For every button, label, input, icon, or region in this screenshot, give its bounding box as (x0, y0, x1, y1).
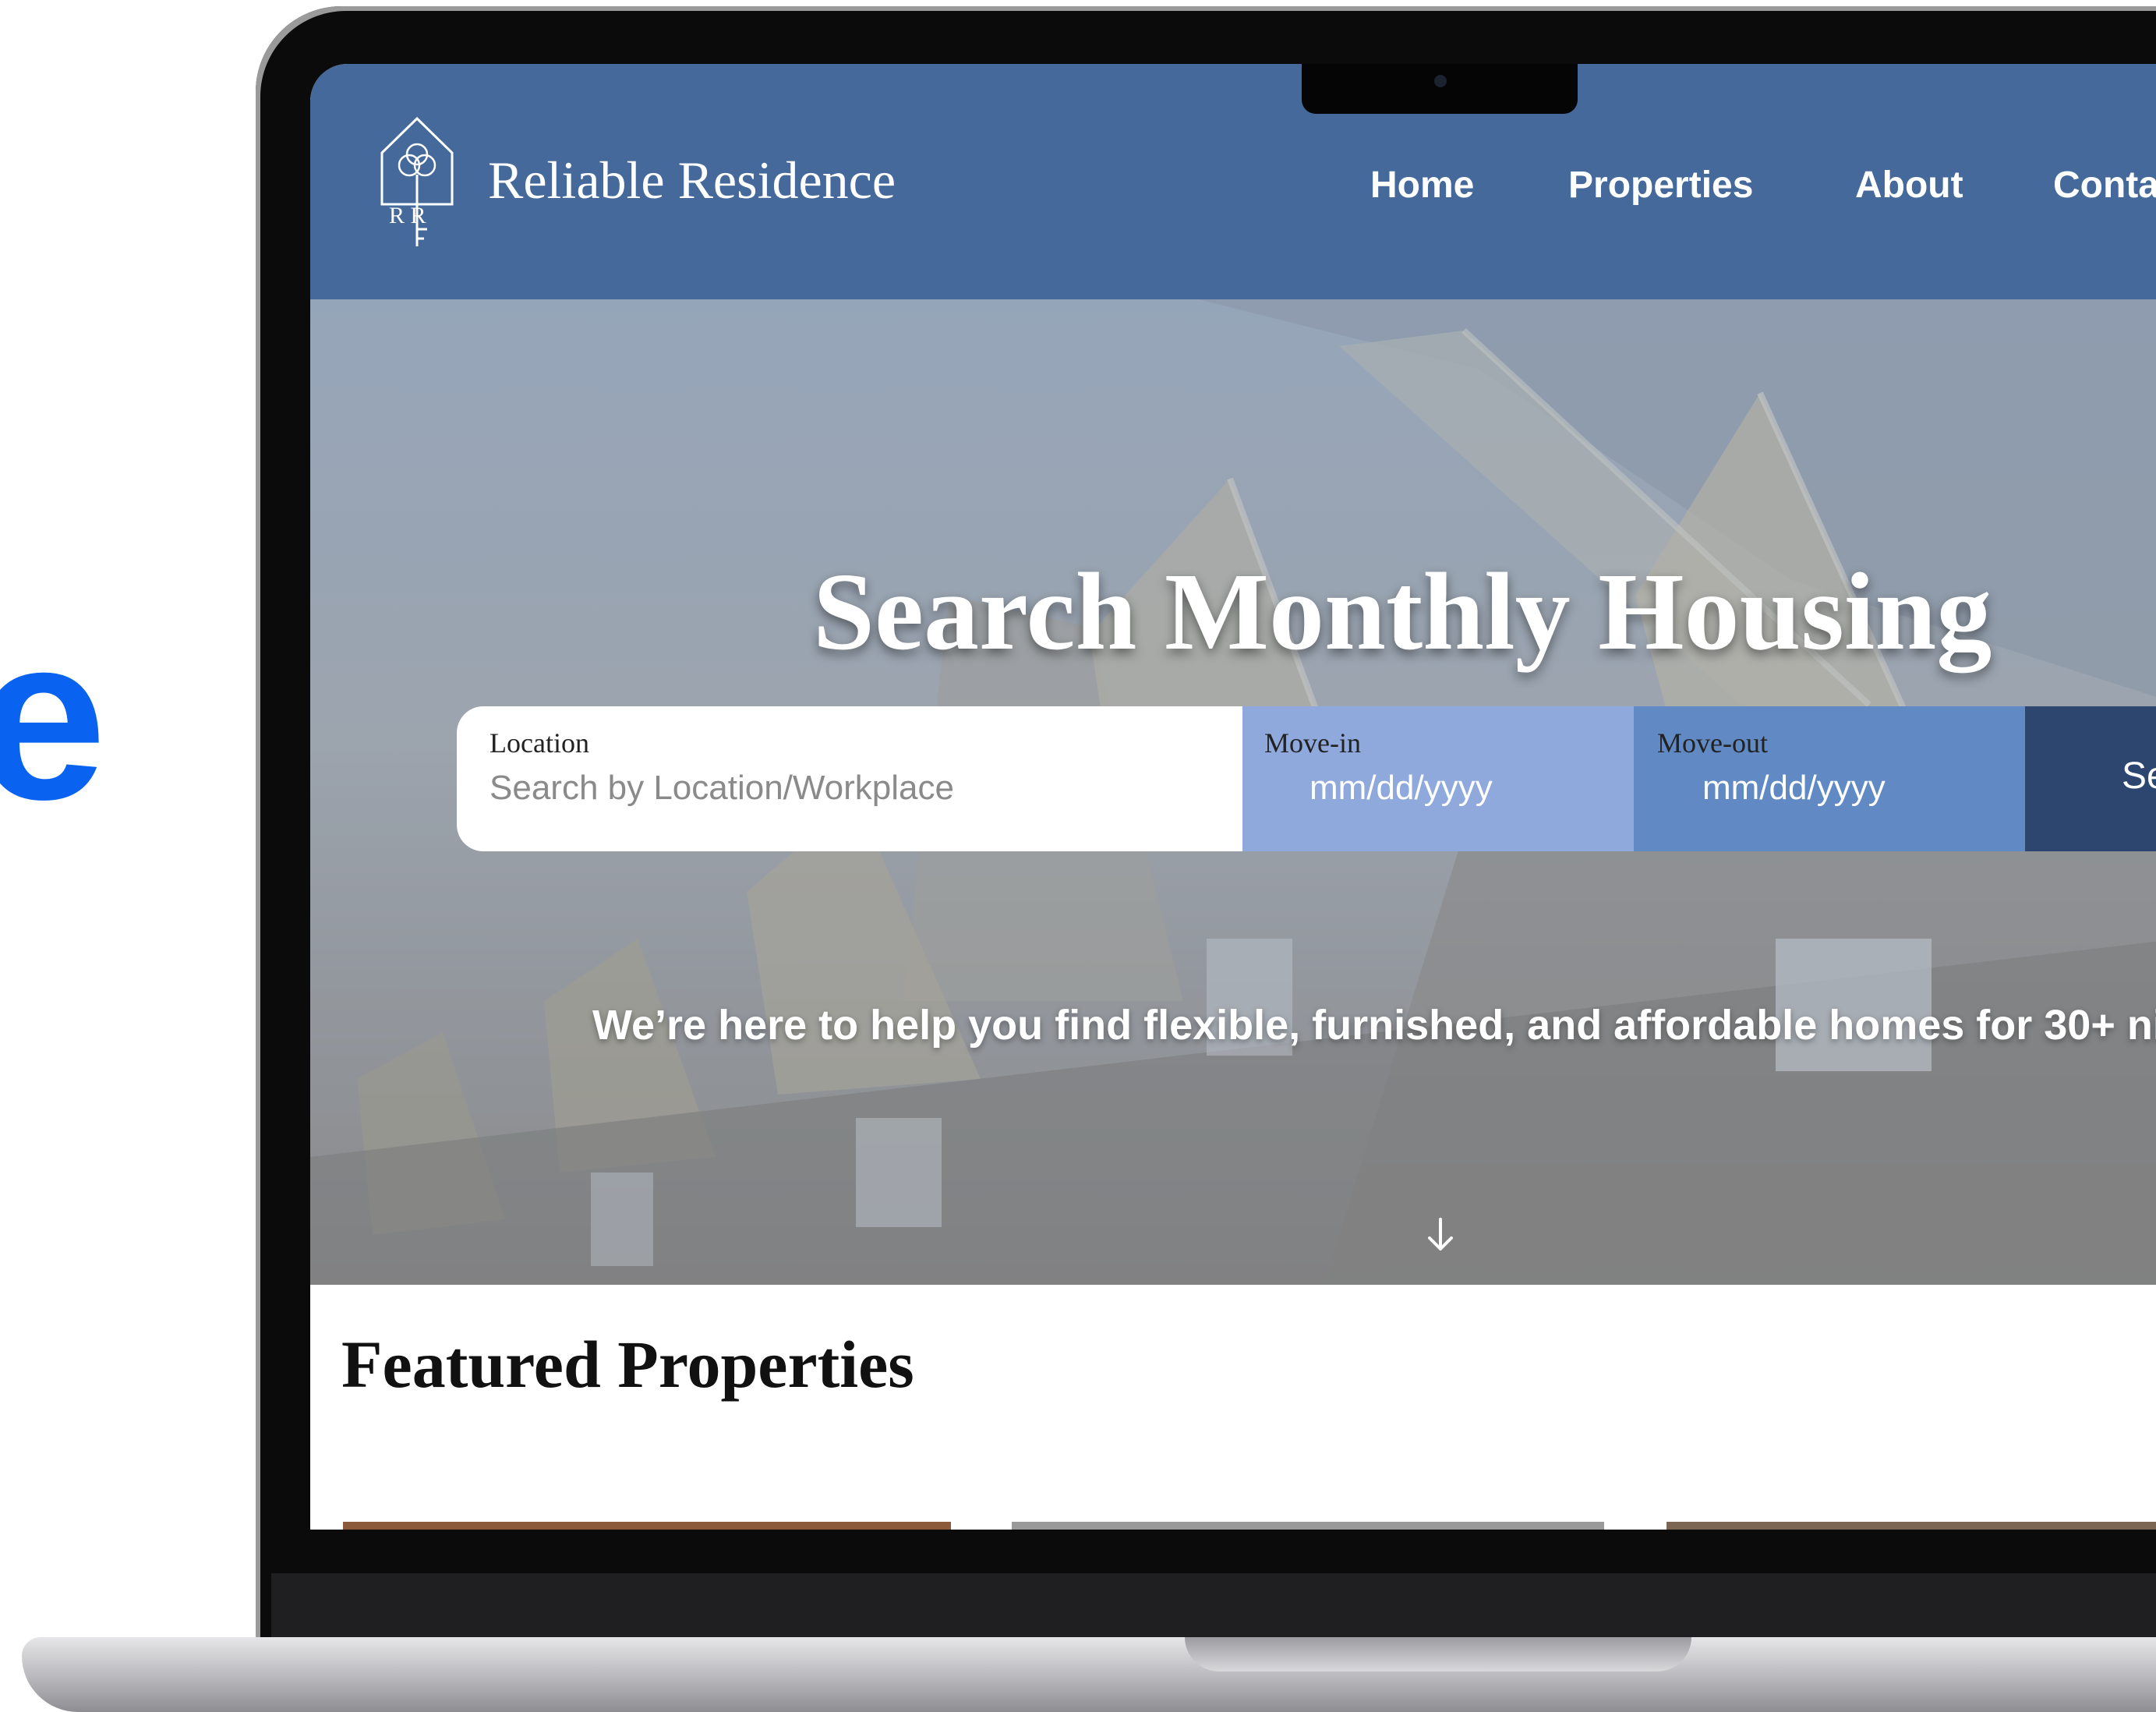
property-card-image-top[interactable] (1012, 1522, 1604, 1530)
camera-notch (1302, 64, 1578, 114)
featured-properties-heading: Featured Properties (341, 1327, 914, 1402)
hero-section: Search Monthly Housing Location Search b… (310, 299, 2156, 1285)
move-in-date-input[interactable]: mm/dd/yyyy (1310, 769, 1493, 808)
arrow-down-icon[interactable] (1425, 1215, 1456, 1255)
move-in-field[interactable]: Move-in mm/dd/yyyy (1242, 706, 1634, 851)
hero-subtitle: We’re here to help you find flexible, fu… (592, 1002, 2156, 1049)
house-key-logo-icon[interactable]: R R (376, 112, 458, 253)
nav-home[interactable]: Home (1370, 164, 1474, 207)
property-card-image-top[interactable] (1666, 1522, 2156, 1530)
camera-icon (1434, 75, 1447, 87)
property-card-image-top[interactable] (343, 1522, 951, 1530)
move-out-label: Move-out (1657, 727, 1768, 759)
laptop-base-notch (1185, 1637, 1691, 1671)
laptop-screen: R R Reliable Residence Home Properties A… (310, 64, 2156, 1530)
search-button[interactable]: Se (2025, 706, 2156, 851)
logo-letters: R R (389, 203, 426, 228)
brand-name[interactable]: Reliable Residence (488, 150, 896, 211)
nav-properties[interactable]: Properties (1568, 164, 1753, 207)
move-out-field[interactable]: Move-out mm/dd/yyyy (1634, 706, 2025, 851)
site-header: R R Reliable Residence Home Properties A… (310, 64, 2156, 299)
side-heading-fragment: e (0, 586, 107, 848)
laptop-base (22, 1637, 2156, 1712)
search-bar: Location Search by Location/Workplace Mo… (457, 706, 2156, 851)
hero-title: Search Monthly Housing (813, 550, 1992, 673)
move-in-label: Move-in (1264, 727, 1361, 759)
nav-about[interactable]: About (1855, 164, 1963, 207)
search-button-label: Se (2122, 755, 2156, 797)
location-field[interactable]: Location Search by Location/Workplace (457, 706, 1242, 851)
nav-contact[interactable]: Conta (2053, 164, 2156, 207)
location-label: Location (490, 727, 589, 759)
location-input[interactable]: Search by Location/Workplace (490, 769, 954, 808)
move-out-date-input[interactable]: mm/dd/yyyy (1702, 769, 1886, 808)
